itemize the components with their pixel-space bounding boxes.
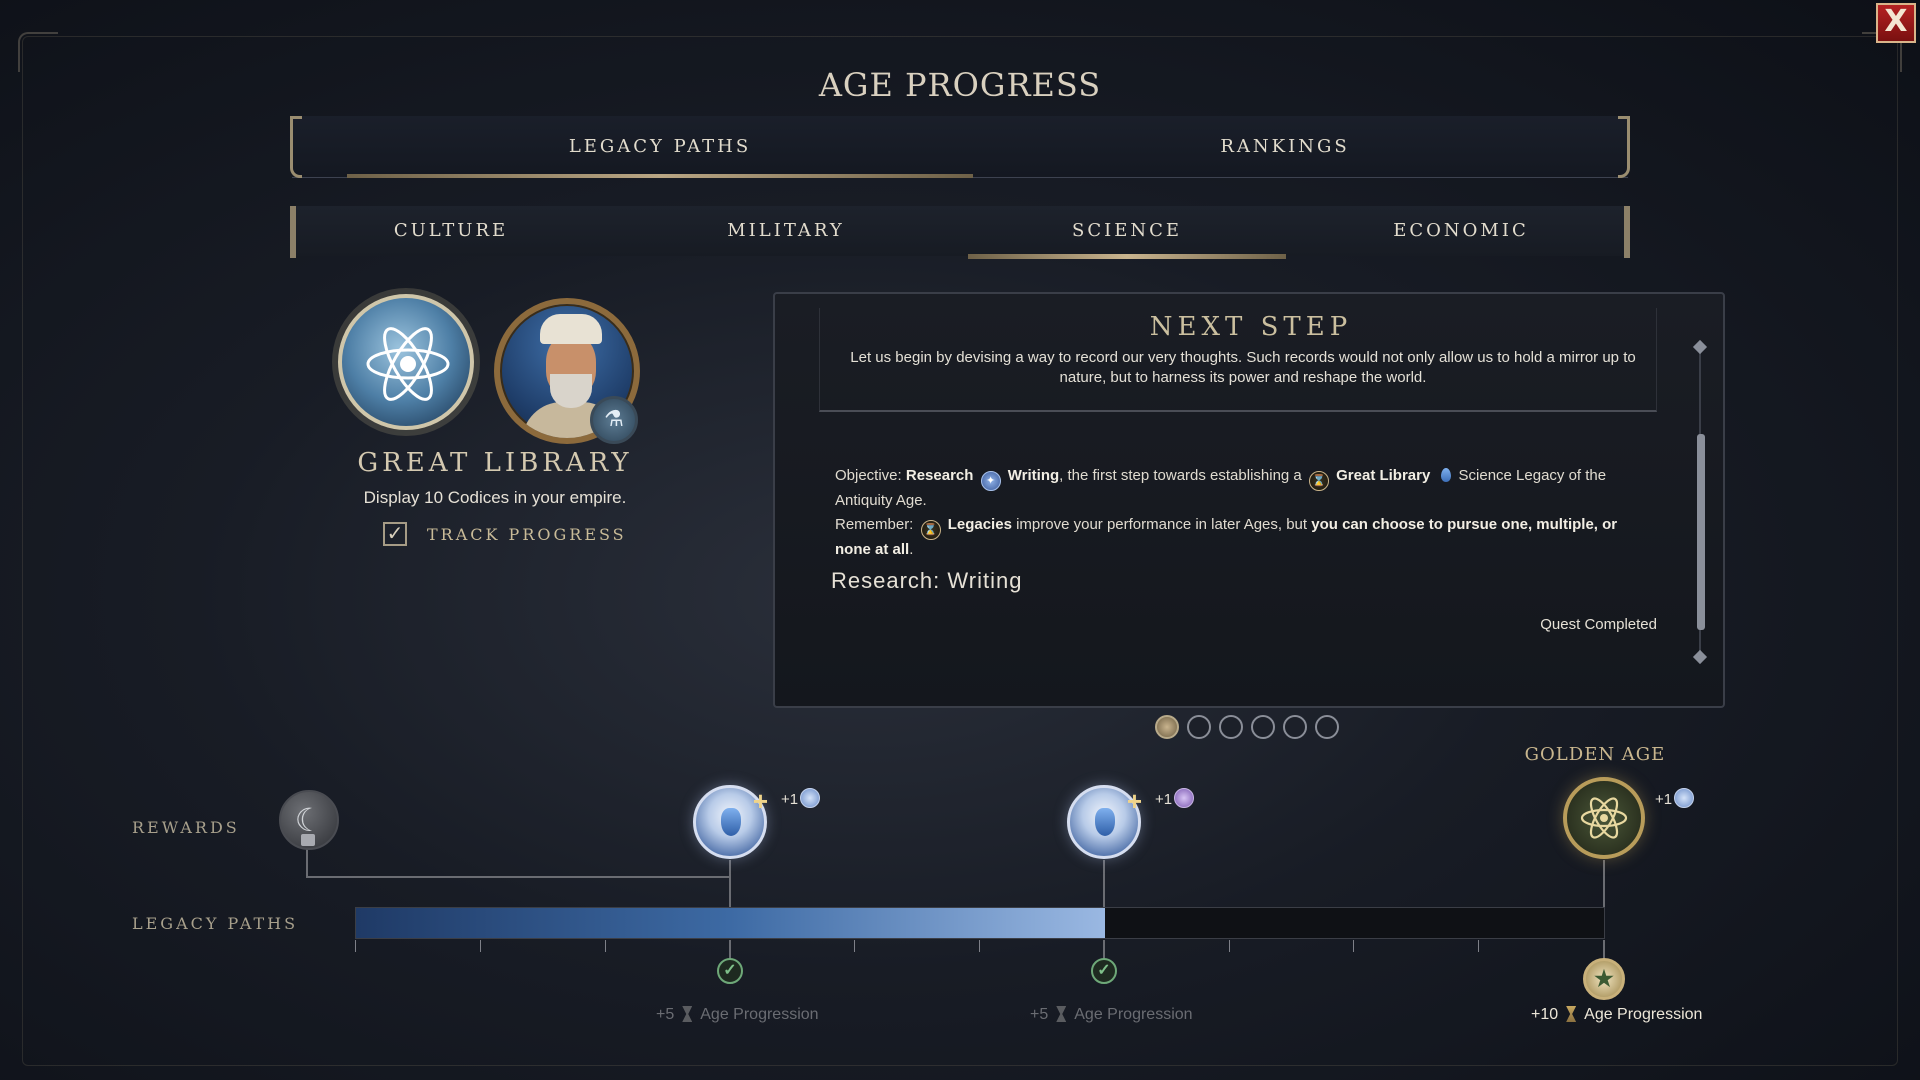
progress-tick bbox=[480, 940, 481, 952]
main-tab-bar: LEGACY PATHS RANKINGS bbox=[290, 116, 1630, 178]
page-dot[interactable] bbox=[1219, 715, 1243, 739]
science-codex-icon bbox=[1674, 788, 1695, 808]
reward-connector bbox=[729, 860, 731, 908]
subtab-bracket-right bbox=[1624, 206, 1630, 258]
reward-connector bbox=[306, 848, 308, 878]
narrative-quote: Let us begin by devising a way to record… bbox=[850, 349, 1636, 386]
tab-science[interactable]: SCIENCE bbox=[968, 206, 1286, 259]
close-button[interactable]: X bbox=[1876, 3, 1916, 43]
objective-text: Objective: Research ✦ Writing, the first… bbox=[835, 466, 1645, 560]
legacy-description: Display 10 Codices in your empire. bbox=[363, 488, 627, 507]
tab-military[interactable]: MILITARY bbox=[627, 206, 945, 256]
research-icon: ✦ bbox=[980, 471, 1001, 491]
track-progress-toggle[interactable]: ✓ TRACK PROGRESS bbox=[383, 522, 627, 546]
progress-tick bbox=[605, 940, 606, 952]
reward-connector bbox=[306, 876, 730, 878]
page-dot[interactable] bbox=[1315, 715, 1339, 739]
tab-bracket-right bbox=[1618, 116, 1630, 178]
purple-codex-icon bbox=[1174, 788, 1195, 808]
legacy-paths-label: LEGACY PATHS bbox=[132, 914, 299, 933]
science-drop-icon bbox=[1440, 468, 1451, 482]
milestone-connector bbox=[1603, 940, 1605, 960]
check-icon: ✓ bbox=[717, 958, 743, 984]
reward-bonus: +1 bbox=[781, 788, 821, 808]
tab-culture[interactable]: CULTURE bbox=[292, 206, 610, 256]
hourglass-icon bbox=[1566, 1006, 1577, 1022]
lock-icon bbox=[301, 834, 315, 846]
science-reward-icon[interactable]: + bbox=[1067, 785, 1142, 859]
reward-bonus: +1 bbox=[1655, 788, 1695, 808]
track-progress-checkbox[interactable]: ✓ bbox=[383, 522, 407, 546]
tab-legacy-paths[interactable]: LEGACY PATHS bbox=[347, 116, 973, 178]
tab-rankings[interactable]: RANKINGS bbox=[972, 116, 1598, 178]
category-tab-bar: CULTURE MILITARY SCIENCE ECONOMIC bbox=[290, 206, 1630, 259]
legacy-progress-fill bbox=[356, 908, 1105, 938]
next-step-title: NEXT STEP bbox=[1149, 312, 1353, 342]
legacy-icon: ⌛ bbox=[1308, 471, 1329, 491]
hourglass-icon bbox=[1056, 1006, 1067, 1022]
science-reward-icon[interactable]: + bbox=[693, 785, 768, 859]
tab-bracket-left bbox=[290, 116, 302, 178]
scroll-thumb[interactable] bbox=[1697, 434, 1705, 630]
check-icon: ✓ bbox=[1091, 958, 1117, 984]
reward-connector bbox=[1603, 860, 1605, 908]
page-dot[interactable] bbox=[1251, 715, 1275, 739]
progress-tick bbox=[355, 940, 356, 952]
legacy-icon: ⌛ bbox=[920, 520, 941, 540]
progress-tick bbox=[1478, 940, 1479, 952]
reward-connector bbox=[1103, 860, 1105, 908]
scroll-up-icon[interactable] bbox=[1692, 339, 1708, 355]
step-pager bbox=[1155, 715, 1339, 739]
remember-text: Remember: ⌛ Legacies improve your perfor… bbox=[835, 516, 1618, 558]
quest-status: Quest Completed bbox=[1540, 616, 1657, 633]
hourglass-icon bbox=[682, 1006, 693, 1022]
reward-bonus: +1 bbox=[1155, 788, 1195, 808]
golden-age-label: GOLDEN AGE bbox=[1524, 744, 1666, 765]
milestone-reward: +5 Age Progression bbox=[656, 1006, 819, 1023]
progress-tick bbox=[854, 940, 855, 952]
rewards-label: REWARDS bbox=[132, 818, 240, 837]
golden-age-reward-icon[interactable] bbox=[1563, 777, 1645, 859]
track-progress-label: TRACK PROGRESS bbox=[427, 524, 627, 544]
scroll-down-icon[interactable] bbox=[1692, 649, 1708, 665]
progress-tick bbox=[1353, 940, 1354, 952]
research-label: Research: Writing bbox=[831, 568, 1023, 593]
science-emblem-icon bbox=[338, 294, 474, 430]
progress-tick bbox=[1229, 940, 1230, 952]
next-step-panel: NEXT STEP Let us begin by devising a way… bbox=[773, 292, 1725, 708]
tab-economic[interactable]: ECONOMIC bbox=[1302, 206, 1620, 256]
panel-scrollbar[interactable] bbox=[1692, 339, 1708, 665]
page-title: AGE PROGRESS bbox=[818, 66, 1102, 104]
science-codex-icon bbox=[800, 788, 821, 808]
milestone-reward: +10 Age Progression bbox=[1531, 1006, 1703, 1023]
legacy-title: GREAT LIBRARY bbox=[357, 448, 633, 478]
legacy-progress-bar bbox=[355, 907, 1605, 939]
page-dot[interactable] bbox=[1187, 715, 1211, 739]
page-dot[interactable] bbox=[1283, 715, 1307, 739]
star-icon: ★ bbox=[1583, 958, 1625, 1000]
progress-tick bbox=[979, 940, 980, 952]
page-dot[interactable] bbox=[1155, 715, 1179, 739]
science-flask-icon: ⚗ bbox=[590, 396, 638, 444]
milestone-reward: +5 Age Progression bbox=[1030, 1006, 1193, 1023]
